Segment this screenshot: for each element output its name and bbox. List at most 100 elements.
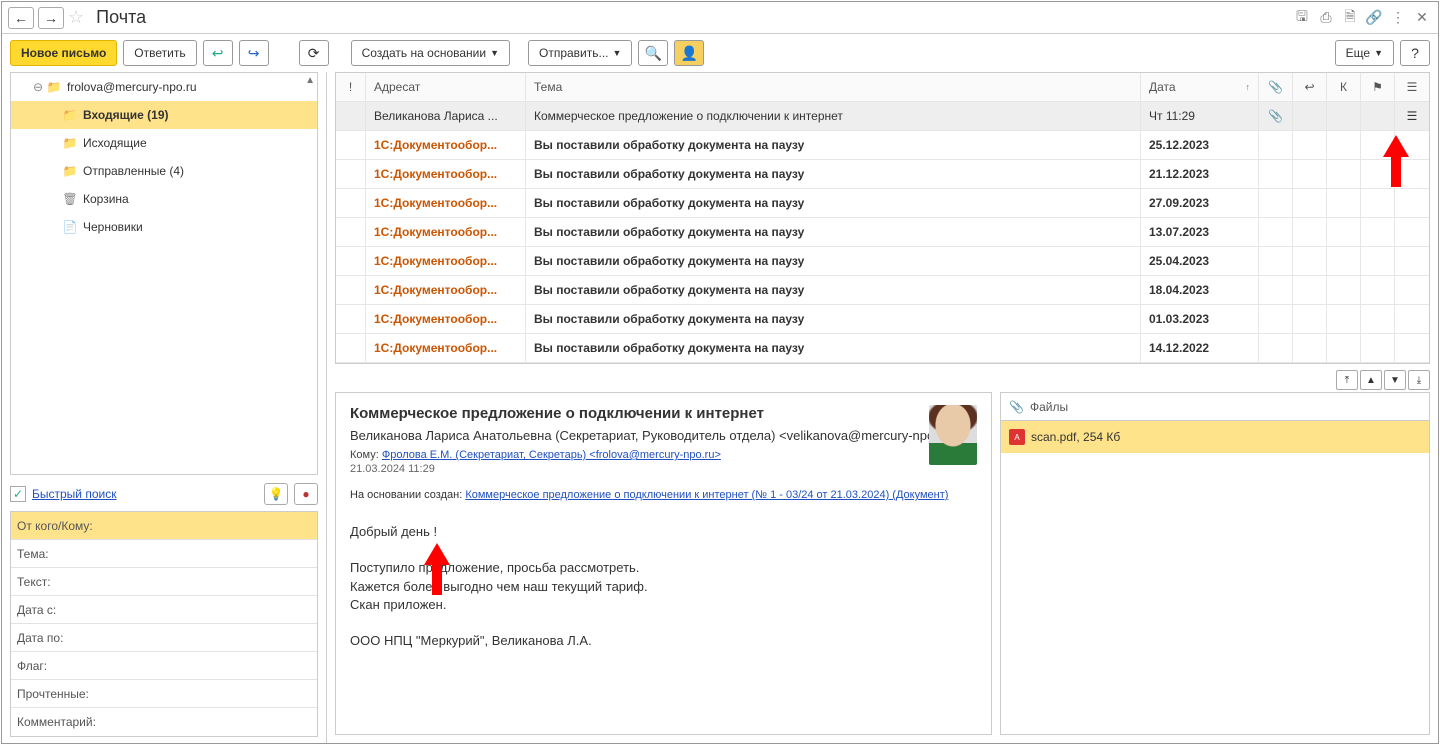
cell-note: [1395, 189, 1429, 217]
preview-to-link[interactable]: Фролова Е.М. (Секретариат, Секретарь) <f…: [382, 449, 721, 461]
cell-flag: [1361, 160, 1395, 188]
cell-subject: Вы поставили обработку документа на пауз…: [526, 218, 1141, 246]
cell-subject: Вы поставили обработку документа на пауз…: [526, 305, 1141, 333]
cell-date: Чт 11:29: [1141, 102, 1259, 130]
filter-text[interactable]: Текст:: [11, 575, 317, 589]
folder-outbox[interactable]: 📁 Исходящие: [11, 129, 317, 157]
main-toolbar: Новое письмо Ответить ↩ ↪ ⟳ Создать на о…: [2, 34, 1438, 72]
col-note[interactable]: ☰: [1395, 73, 1429, 101]
file-item[interactable]: A scan.pdf, 254 Кб: [1001, 421, 1429, 453]
folder-icon: 📁: [45, 80, 63, 94]
cell-subject: Вы поставили обработку документа на пауз…: [526, 189, 1141, 217]
cell-reply: [1293, 160, 1327, 188]
document-icon[interactable]: 🗎: [1340, 8, 1360, 28]
quick-search-bar: ✓ Быстрый поиск 💡 ●: [2, 479, 326, 509]
pager-first[interactable]: ⤒: [1336, 370, 1358, 390]
message-row[interactable]: 1С:Документообор...Вы поставили обработк…: [336, 276, 1429, 305]
filter-from-to[interactable]: От кого/Кому:: [11, 519, 317, 533]
cell-note: [1395, 247, 1429, 275]
send-button[interactable]: Отправить...▼: [528, 40, 632, 66]
cell-important: [336, 218, 366, 246]
new-letter-button[interactable]: Новое письмо: [10, 40, 117, 66]
message-row[interactable]: 1С:Документообор...Вы поставили обработк…: [336, 218, 1429, 247]
col-flag[interactable]: ⚑: [1361, 73, 1395, 101]
cell-flag: [1361, 189, 1395, 217]
cell-k: [1327, 334, 1361, 362]
reply-all-button[interactable]: ↩: [203, 40, 233, 66]
close-icon[interactable]: ✕: [1412, 8, 1432, 28]
message-row[interactable]: 1С:Документообор...Вы поставили обработк…: [336, 131, 1429, 160]
kebab-menu-icon[interactable]: ⋮: [1388, 8, 1408, 28]
filter-flag[interactable]: Флаг:: [11, 659, 317, 673]
help-button[interactable]: ?: [1400, 40, 1430, 66]
pager-up[interactable]: ▲: [1360, 370, 1382, 390]
create-based-button[interactable]: Создать на основании▼: [351, 40, 510, 66]
nav-forward-button[interactable]: →: [38, 7, 64, 29]
trash-icon: 🗑: [61, 192, 79, 206]
search-button[interactable]: 🔍: [638, 40, 668, 66]
preview-based-link[interactable]: Коммерческое предложение о подключении к…: [465, 489, 948, 501]
quick-search-checkbox[interactable]: ✓: [10, 486, 26, 502]
cell-subject: Вы поставили обработку документа на пауз…: [526, 334, 1141, 362]
message-row[interactable]: 1С:Документообор...Вы поставили обработк…: [336, 305, 1429, 334]
cell-attach: 📎: [1259, 102, 1293, 130]
contacts-button[interactable]: 👤: [674, 40, 704, 66]
col-reply[interactable]: ↩: [1293, 73, 1327, 101]
col-important[interactable]: !: [336, 73, 366, 101]
cell-date: 14.12.2022: [1141, 334, 1259, 362]
hint-button[interactable]: 💡: [264, 483, 288, 505]
pager-down[interactable]: ▼: [1384, 370, 1406, 390]
col-attach[interactable]: 📎: [1259, 73, 1293, 101]
search-filter-grid: От кого/Кому: Тема: Текст: Дата с: Дата …: [10, 511, 318, 737]
filter-read[interactable]: Прочтенные:: [11, 687, 317, 701]
refresh-button[interactable]: ⟳: [299, 40, 329, 66]
message-row[interactable]: Великанова Лариса ...Коммерческое предло…: [336, 102, 1429, 131]
collapse-icon[interactable]: ⊖: [31, 80, 45, 94]
cell-important: [336, 305, 366, 333]
cell-k: [1327, 160, 1361, 188]
cell-k: [1327, 218, 1361, 246]
col-k[interactable]: К: [1327, 73, 1361, 101]
folder-inbox[interactable]: 📁 Входящие (19): [11, 101, 317, 129]
preview-to: Кому: Фролова Е.М. (Секретариат, Секрета…: [350, 449, 977, 461]
print-icon[interactable]: ⎙: [1316, 8, 1336, 28]
save-icon[interactable]: 🖫: [1292, 8, 1312, 28]
folder-root[interactable]: ⊖ 📁 frolova@mercury-npo.ru: [11, 73, 317, 101]
message-row[interactable]: 1С:Документообор...Вы поставили обработк…: [336, 247, 1429, 276]
filter-date-to[interactable]: Дата по:: [11, 631, 317, 645]
cell-important: [336, 276, 366, 304]
drafts-icon: 📄: [61, 220, 79, 234]
more-button[interactable]: Еще▼: [1335, 40, 1394, 66]
filter-subject[interactable]: Тема:: [11, 547, 317, 561]
message-row[interactable]: 1С:Документообор...Вы поставили обработк…: [336, 334, 1429, 363]
scroll-up-icon[interactable]: ▲: [305, 75, 315, 86]
cell-important: [336, 102, 366, 130]
message-row[interactable]: 1С:Документообор...Вы поставили обработк…: [336, 189, 1429, 218]
folder-drafts[interactable]: 📄 Черновики: [11, 213, 317, 241]
link-icon[interactable]: 🔗: [1364, 8, 1384, 28]
cell-important: [336, 131, 366, 159]
forward-button[interactable]: ↪: [239, 40, 269, 66]
record-button[interactable]: ●: [294, 483, 318, 505]
cell-attach: [1259, 276, 1293, 304]
cell-date: 27.09.2023: [1141, 189, 1259, 217]
col-subject[interactable]: Тема: [526, 73, 1141, 101]
filter-date-from[interactable]: Дата с:: [11, 603, 317, 617]
pager-last[interactable]: ⤓: [1408, 370, 1430, 390]
preview-timestamp: 21.03.2024 11:29: [350, 463, 977, 475]
list-pager: ⤒ ▲ ▼ ⤓: [327, 368, 1438, 392]
nav-back-button[interactable]: ←: [8, 7, 34, 29]
filter-comment[interactable]: Комментарий:: [11, 715, 317, 729]
folder-sent[interactable]: 📁 Отправленные (4): [11, 157, 317, 185]
cell-flag: [1361, 247, 1395, 275]
reply-button[interactable]: Ответить: [123, 40, 196, 66]
col-date[interactable]: Дата↑: [1141, 73, 1259, 101]
cell-reply: [1293, 189, 1327, 217]
message-row[interactable]: 1С:Документообор...Вы поставили обработк…: [336, 160, 1429, 189]
col-from[interactable]: Адресат: [366, 73, 526, 101]
cell-attach: [1259, 131, 1293, 159]
folder-trash[interactable]: 🗑 Корзина: [11, 185, 317, 213]
favorite-star-icon[interactable]: ☆: [68, 7, 84, 28]
cell-from: 1С:Документообор...: [366, 334, 526, 362]
quick-search-link[interactable]: Быстрый поиск: [32, 487, 116, 501]
